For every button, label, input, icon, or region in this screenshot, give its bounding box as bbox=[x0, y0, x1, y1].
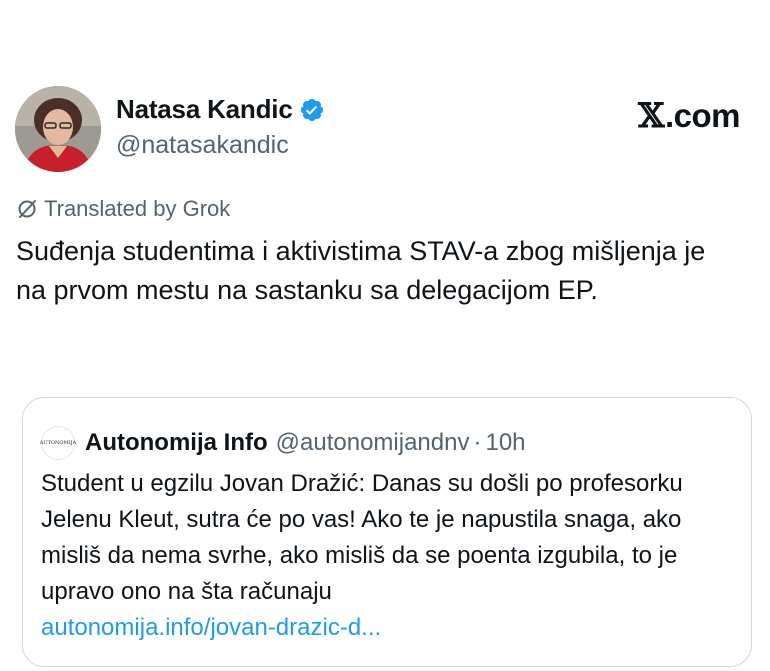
quoted-post-text: Student u egzilu Jovan Dražić: Danas su … bbox=[41, 470, 683, 605]
verified-badge-icon bbox=[299, 97, 325, 123]
quoted-post-card[interactable]: AUTONOMIJA Autonomija Info @autonomijand… bbox=[22, 397, 752, 667]
quoted-post-link[interactable]: autonomija.info/jovan-drazic-d... bbox=[41, 610, 741, 646]
author-name[interactable]: Natasa Kandic bbox=[116, 94, 293, 125]
x-com-logo: 𝕏 .com bbox=[638, 96, 740, 136]
profile-photo-icon bbox=[15, 86, 101, 172]
separator-dot: · bbox=[473, 429, 482, 456]
x-logo-icon: 𝕏 bbox=[638, 96, 664, 136]
author-avatar[interactable] bbox=[15, 86, 101, 172]
quoted-avatar-text: AUTONOMIJA bbox=[39, 440, 77, 446]
quoted-post-body: Student u egzilu Jovan Dražić: Danas su … bbox=[41, 466, 741, 646]
post-text: Suđenja studentima i aktivistima STAV-a … bbox=[16, 236, 706, 305]
quoted-post-header: AUTONOMIJA Autonomija Info @autonomijand… bbox=[39, 426, 526, 460]
logo-domain-text: .com bbox=[664, 97, 741, 134]
quoted-author-name[interactable]: Autonomija Info bbox=[85, 429, 268, 457]
author-name-row: Natasa Kandic bbox=[116, 94, 325, 125]
quoted-author-avatar[interactable]: AUTONOMIJA bbox=[39, 426, 77, 460]
grok-icon bbox=[16, 198, 38, 220]
translation-note[interactable]: Translated by Grok bbox=[16, 196, 230, 222]
quoted-post-time[interactable]: 10h bbox=[485, 429, 525, 457]
author-handle[interactable]: @natasakandic bbox=[116, 131, 289, 160]
top-background bbox=[0, 0, 770, 70]
quoted-author-handle[interactable]: @autonomijandnv bbox=[276, 429, 470, 457]
translation-label: Translated by Grok bbox=[44, 196, 231, 221]
